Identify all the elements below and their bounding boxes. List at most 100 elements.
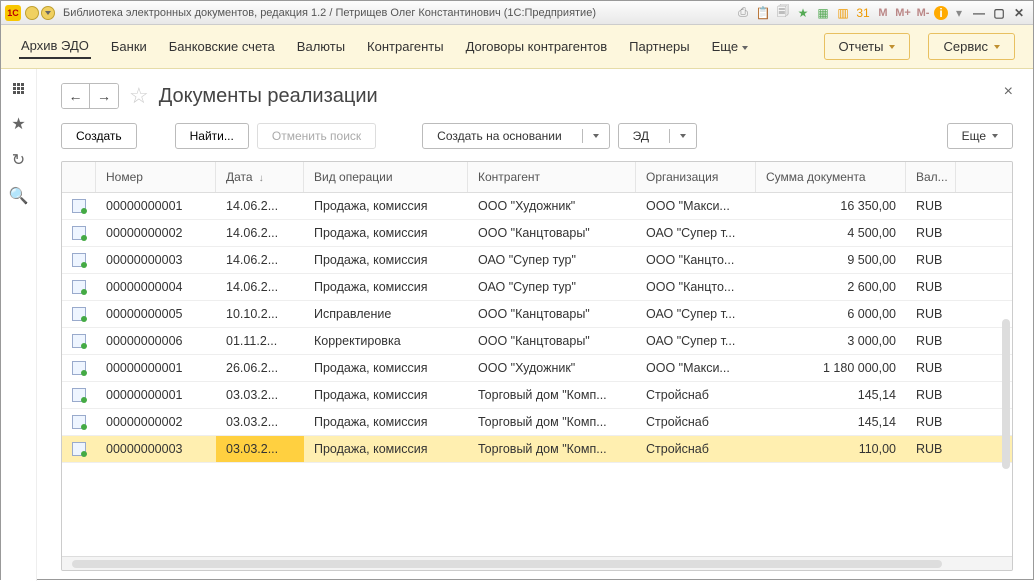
col-counterparty[interactable]: Контрагент bbox=[468, 162, 636, 192]
cell-organization: ООО "Макси... bbox=[636, 355, 756, 381]
col-number[interactable]: Номер bbox=[96, 162, 216, 192]
cell-counterparty: ОАО "Супер тур" bbox=[468, 247, 636, 273]
cell-counterparty: Торговый дом "Комп... bbox=[468, 436, 636, 462]
cell-counterparty: ООО "Художник" bbox=[468, 355, 636, 381]
cell-operation: Продажа, комиссия bbox=[304, 409, 468, 435]
info-icon[interactable]: i bbox=[934, 6, 948, 20]
menu-more[interactable]: Еще bbox=[710, 35, 750, 58]
page-favorite-icon[interactable]: ☆ bbox=[129, 83, 149, 109]
table-row[interactable]: 0000000000126.06.2...Продажа, комиссияОО… bbox=[62, 355, 1012, 382]
table-header: Номер Дата↓ Вид операции Контрагент Орга… bbox=[62, 162, 1012, 193]
cell-currency: RUB bbox=[906, 409, 956, 435]
m-icon[interactable]: M bbox=[874, 4, 892, 22]
menu-banks[interactable]: Банки bbox=[109, 35, 149, 58]
col-sum[interactable]: Сумма документа bbox=[756, 162, 906, 192]
find-button[interactable]: Найти... bbox=[175, 123, 249, 149]
cell-operation: Продажа, комиссия bbox=[304, 436, 468, 462]
menu-contracts[interactable]: Договоры контрагентов bbox=[464, 35, 610, 58]
cell-date: 03.03.2... bbox=[216, 409, 304, 435]
col-icon[interactable] bbox=[62, 162, 96, 192]
menu-bank-accounts[interactable]: Банковские счета bbox=[167, 35, 277, 58]
cell-date: 26.06.2... bbox=[216, 355, 304, 381]
app-dropdown-icon[interactable] bbox=[41, 6, 55, 20]
table-row[interactable]: 0000000000103.03.2...Продажа, комиссияТо… bbox=[62, 382, 1012, 409]
titlebar-icon-1[interactable]: ⎙ bbox=[734, 4, 752, 22]
table-row[interactable]: 0000000000203.03.2...Продажа, комиссияТо… bbox=[62, 409, 1012, 436]
menu-archive[interactable]: Архив ЭДО bbox=[19, 34, 91, 59]
nav-buttons: ← → bbox=[61, 83, 119, 109]
maximize-icon[interactable]: ▢ bbox=[990, 4, 1008, 22]
cell-operation: Продажа, комиссия bbox=[304, 274, 468, 300]
row-icon bbox=[62, 382, 96, 408]
cell-sum: 145,14 bbox=[756, 409, 906, 435]
cell-counterparty: ОАО "Супер тур" bbox=[468, 274, 636, 300]
cell-sum: 4 500,00 bbox=[756, 220, 906, 246]
sidebar-search-icon[interactable]: 🔍 bbox=[10, 187, 28, 205]
menu-currencies[interactable]: Валюты bbox=[295, 35, 347, 58]
favorite-icon[interactable]: ★ bbox=[794, 4, 812, 22]
col-operation[interactable]: Вид операции bbox=[304, 162, 468, 192]
cell-operation: Корректировка bbox=[304, 328, 468, 354]
close-window-icon[interactable]: ✕ bbox=[1010, 4, 1028, 22]
cell-operation: Продажа, комиссия bbox=[304, 382, 468, 408]
cell-organization: Стройснаб bbox=[636, 382, 756, 408]
col-organization[interactable]: Организация bbox=[636, 162, 756, 192]
col-date[interactable]: Дата↓ bbox=[216, 162, 304, 192]
cell-currency: RUB bbox=[906, 436, 956, 462]
create-button[interactable]: Создать bbox=[61, 123, 137, 149]
table-row[interactable]: 0000000000214.06.2...Продажа, комиссияОО… bbox=[62, 220, 1012, 247]
minimize-icon[interactable]: — bbox=[970, 4, 988, 22]
sidebar-star-icon[interactable]: ★ bbox=[10, 115, 28, 133]
close-page-icon[interactable]: × bbox=[1004, 83, 1013, 101]
cell-operation: Исправление bbox=[304, 301, 468, 327]
table-row[interactable]: 0000000000510.10.2...ИсправлениеООО "Кан… bbox=[62, 301, 1012, 328]
row-icon bbox=[62, 355, 96, 381]
cell-date: 14.06.2... bbox=[216, 193, 304, 219]
mminus-icon[interactable]: M- bbox=[914, 4, 932, 22]
ed-button[interactable]: ЭД bbox=[618, 123, 697, 149]
cell-counterparty: Торговый дом "Комп... bbox=[468, 382, 636, 408]
cell-number: 00000000001 bbox=[96, 355, 216, 381]
service-button[interactable]: Сервис bbox=[928, 33, 1015, 60]
calendar2-icon[interactable]: 31 bbox=[854, 4, 872, 22]
titlebar-icon-2[interactable]: 📋 bbox=[754, 4, 772, 22]
sidebar-history-icon[interactable]: ↻ bbox=[10, 151, 28, 169]
titlebar: 1C Библиотека электронных документов, ре… bbox=[1, 1, 1033, 25]
create-based-button[interactable]: Создать на основании bbox=[422, 123, 610, 149]
mplus-icon[interactable]: M+ bbox=[894, 4, 912, 22]
reports-button[interactable]: Отчеты bbox=[824, 33, 911, 60]
nav-forward-button[interactable]: → bbox=[90, 84, 118, 108]
cell-operation: Продажа, комиссия bbox=[304, 220, 468, 246]
cell-date: 03.03.2... bbox=[216, 382, 304, 408]
menu-counterparties[interactable]: Контрагенты bbox=[365, 35, 446, 58]
calendar-icon[interactable]: ▥ bbox=[834, 4, 852, 22]
cell-date: 03.03.2... bbox=[216, 436, 304, 462]
table-row[interactable]: 0000000000314.06.2...Продажа, комиссияОА… bbox=[62, 247, 1012, 274]
cell-organization: ОАО "Супер т... bbox=[636, 220, 756, 246]
horizontal-scrollbar[interactable] bbox=[62, 556, 1012, 570]
table-row[interactable]: 0000000000303.03.2...Продажа, комиссияТо… bbox=[62, 436, 1012, 463]
menubar: Архив ЭДО Банки Банковские счета Валюты … bbox=[1, 25, 1033, 69]
cell-organization: ООО "Канцто... bbox=[636, 274, 756, 300]
cell-currency: RUB bbox=[906, 355, 956, 381]
col-currency[interactable]: Вал... bbox=[906, 162, 956, 192]
calculator-icon[interactable]: ▦ bbox=[814, 4, 832, 22]
table-row[interactable]: 0000000000114.06.2...Продажа, комиссияОО… bbox=[62, 193, 1012, 220]
cell-currency: RUB bbox=[906, 193, 956, 219]
row-icon bbox=[62, 247, 96, 273]
menu-partners[interactable]: Партнеры bbox=[627, 35, 691, 58]
app-menu-icon[interactable] bbox=[25, 6, 39, 20]
table-row[interactable]: 0000000000601.11.2...КорректировкаООО "К… bbox=[62, 328, 1012, 355]
more-button[interactable]: Еще bbox=[947, 123, 1013, 149]
cell-date: 10.10.2... bbox=[216, 301, 304, 327]
info-dropdown-icon[interactable]: ▾ bbox=[950, 4, 968, 22]
cell-operation: Продажа, комиссия bbox=[304, 355, 468, 381]
sidebar-grid-icon[interactable] bbox=[10, 79, 28, 97]
vertical-scrollbar[interactable] bbox=[1000, 233, 1010, 540]
nav-back-button[interactable]: ← bbox=[62, 84, 90, 108]
cell-number: 00000000001 bbox=[96, 382, 216, 408]
cell-number: 00000000002 bbox=[96, 220, 216, 246]
table-row[interactable]: 0000000000414.06.2...Продажа, комиссияОА… bbox=[62, 274, 1012, 301]
titlebar-icon-3[interactable]: 🗐 bbox=[774, 4, 792, 22]
cell-organization: ООО "Канцто... bbox=[636, 247, 756, 273]
